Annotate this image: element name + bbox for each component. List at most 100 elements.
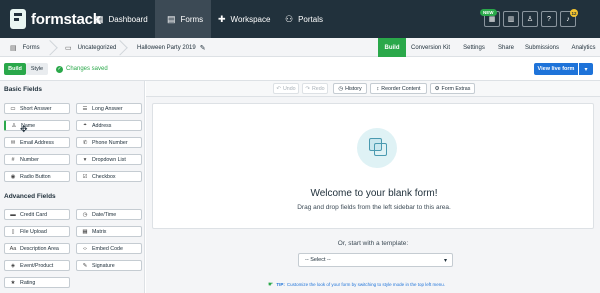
blank-form-illustration-icon — [357, 128, 397, 168]
field-signature[interactable]: ✎ Signature — [76, 260, 142, 271]
nav-workspace[interactable]: ✚ Workspace — [218, 0, 278, 38]
field-number[interactable]: # Number — [4, 154, 70, 165]
nav-portals[interactable]: ⚇ Portals — [285, 0, 335, 38]
undo-button[interactable]: ↶ Undo — [273, 83, 299, 94]
save-status-text: Changes saved — [66, 66, 108, 72]
help-button[interactable]: ? — [541, 11, 557, 27]
breadcrumb-form-name[interactable]: Halloween Party 2019 ✎ — [137, 38, 206, 57]
form-name-label: Halloween Party 2019 — [137, 44, 196, 51]
short-answer-icon: ▭ — [10, 105, 16, 112]
bell-icon: ♪ — [566, 15, 570, 23]
fields-sidebar: Basic Fields ▭ Short Answer ☰ Long Answer … — [0, 81, 145, 293]
field-label: Phone Number — [92, 139, 128, 146]
field-description-area[interactable]: Aa Description Area — [4, 243, 70, 254]
breadcrumb-folder[interactable]: ▭ Uncategorized — [65, 38, 116, 57]
mode-bar: Build Style ✓ Changes saved View live fo… — [0, 57, 600, 81]
field-label: Email Address — [20, 139, 54, 146]
breadcrumb-separator — [50, 38, 60, 57]
field-label: Event/Product — [20, 262, 54, 269]
workspace-icon: ✚ — [218, 13, 226, 24]
form-extras-button[interactable]: ⚙ Form Extras — [430, 83, 475, 94]
field-checkbox[interactable]: ☑ Checkbox — [76, 171, 142, 182]
style-mode-button[interactable]: Style — [26, 63, 48, 75]
save-status: ✓ Changes saved — [56, 63, 108, 75]
view-live-dropdown-button[interactable]: ▾ — [579, 63, 593, 75]
reorder-icon: ↕ — [376, 85, 380, 92]
top-navigation: formstack ▦ Dashboard ▤ Forms ✚ Workspac… — [0, 0, 600, 38]
basic-fields-title: Basic Fields — [4, 86, 42, 93]
field-embed-code[interactable]: ‹› Embed Code — [76, 243, 142, 254]
blank-form-card[interactable]: Welcome to your blank form! Drag and dro… — [152, 103, 594, 229]
reorder-content-button[interactable]: ↕ Reorder Content — [370, 83, 427, 94]
tab-submissions[interactable]: Submissions — [521, 38, 563, 57]
field-matrix[interactable]: ▦ Matrix — [76, 226, 142, 237]
table-button[interactable]: ▥ — [503, 11, 519, 27]
nav-forms[interactable]: ▤ Forms — [155, 0, 211, 38]
chevron-down-icon: ▾ — [443, 258, 447, 264]
description-icon: Aa — [9, 245, 17, 252]
matrix-icon: ▦ — [82, 228, 88, 235]
user-button[interactable]: ♙ — [522, 11, 538, 27]
form-canvas[interactable]: Welcome to your blank form! Drag and dro… — [146, 97, 600, 293]
field-label: Checkbox — [92, 173, 116, 180]
illustration-square — [374, 143, 387, 156]
file-upload-icon: ▯ — [11, 228, 15, 235]
breadcrumb-forms[interactable]: ▤ Forms — [10, 38, 40, 57]
field-address[interactable]: ⌖ Address — [76, 120, 142, 131]
redo-button[interactable]: ↷ Redo — [302, 83, 328, 94]
history-button[interactable]: ◷ History — [333, 83, 367, 94]
field-credit-card[interactable]: ▬ Credit Card — [4, 209, 70, 220]
folder-icon: ▭ — [65, 44, 72, 52]
field-event-product[interactable]: ◈ Event/Product — [4, 260, 70, 271]
notifications-button[interactable]: ♪ 12 — [560, 9, 578, 27]
view-live-form-button[interactable]: View live form — [534, 63, 578, 75]
field-dropdown[interactable]: ▾ Dropdown List — [76, 154, 142, 165]
field-label: Signature — [92, 262, 115, 269]
field-radio[interactable]: ◉ Radio Button — [4, 171, 70, 182]
nav-dashboard[interactable]: ▦ Dashboard — [95, 0, 155, 38]
reorder-label: Reorder Content — [381, 85, 421, 92]
clock-icon: ◷ — [82, 211, 88, 218]
history-icon: ◷ — [338, 85, 344, 92]
field-name[interactable]: ♙ Name — [4, 120, 70, 131]
undo-icon: ↶ — [276, 85, 281, 92]
tab-build[interactable]: Build — [378, 38, 406, 57]
redo-label: Redo — [311, 85, 325, 92]
template-select[interactable]: -- Select -- ▾ — [298, 253, 453, 267]
long-answer-icon: ☰ — [82, 105, 88, 112]
field-label: Number — [20, 156, 39, 163]
field-label: Address — [92, 122, 112, 129]
field-label: Rating — [20, 279, 36, 286]
forms-icon: ▤ — [167, 13, 176, 24]
field-label: Credit Card — [20, 211, 48, 218]
edit-pencil-icon[interactable]: ✎ — [200, 44, 206, 52]
tab-analytics[interactable]: Analytics — [567, 38, 600, 57]
field-date-time[interactable]: ◷ Date/Time — [76, 209, 142, 220]
field-file-upload[interactable]: ▯ File Upload — [4, 226, 70, 237]
chevron-down-icon: ▾ — [584, 66, 588, 73]
gear-icon: ⚙ — [434, 85, 440, 92]
field-label: Long Answer — [92, 105, 123, 112]
build-mode-button[interactable]: Build — [4, 63, 26, 75]
field-email[interactable]: ✉ Email Address — [4, 137, 70, 148]
formstack-logo[interactable]: formstack — [10, 9, 101, 29]
field-label: Description Area — [20, 245, 59, 252]
code-icon: ‹› — [83, 245, 87, 252]
field-phone[interactable]: ✆ Phone Number — [76, 137, 142, 148]
logo-text: formstack — [31, 10, 101, 28]
rating-icon: ★ — [10, 279, 16, 286]
tab-share[interactable]: Share — [494, 38, 518, 57]
tab-conversion-kit[interactable]: Conversion Kit — [408, 38, 453, 57]
template-select-value: -- Select -- — [305, 257, 331, 263]
field-short-answer[interactable]: ▭ Short Answer — [4, 103, 70, 114]
tab-settings[interactable]: Settings — [456, 38, 492, 57]
field-label: Date/Time — [92, 211, 117, 218]
portals-icon: ⚇ — [285, 13, 294, 24]
breadcrumb-forms-label: Forms — [22, 44, 40, 51]
history-label: History — [345, 85, 362, 92]
dashboard-icon: ▦ — [95, 13, 104, 24]
event-icon: ◈ — [10, 262, 16, 269]
field-long-answer[interactable]: ☰ Long Answer — [76, 103, 142, 114]
new-badge: NEW — [480, 9, 497, 16]
field-rating[interactable]: ★ Rating — [4, 277, 70, 288]
